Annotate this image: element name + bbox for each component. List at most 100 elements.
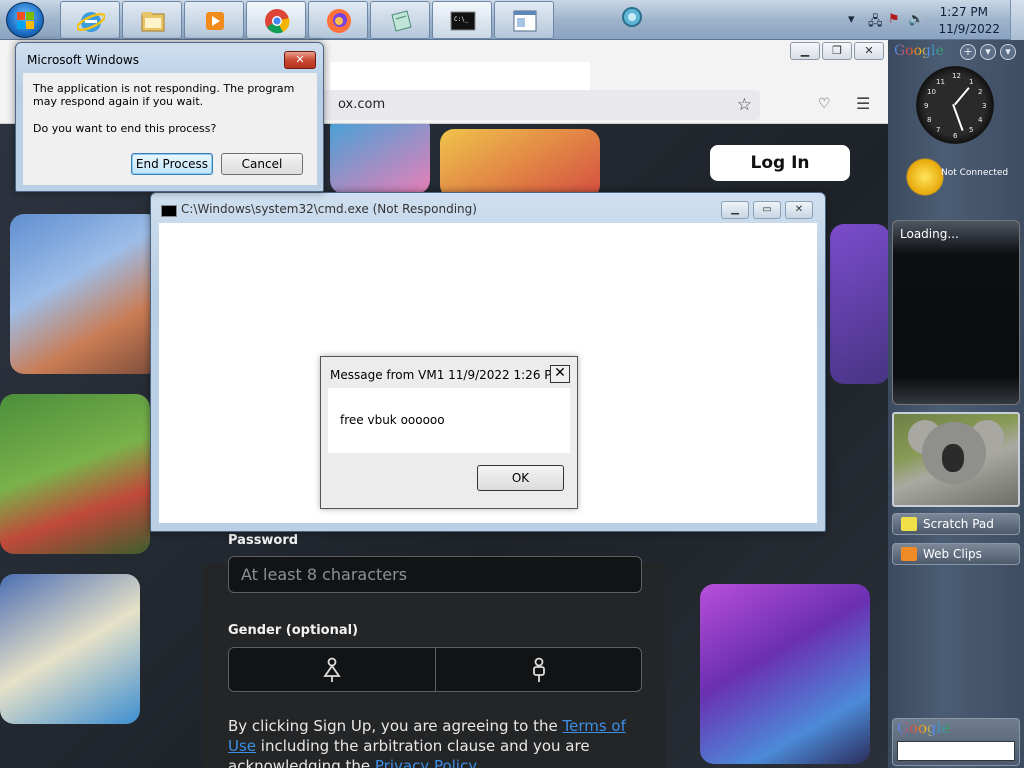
password-label: Password xyxy=(228,533,299,548)
sidebar-options-button[interactable]: ▾ xyxy=(1000,44,1016,60)
game-tile xyxy=(0,394,150,554)
game-tile xyxy=(330,124,430,194)
taskbar-firefox[interactable] xyxy=(308,1,368,39)
end-process-button[interactable]: End Process xyxy=(131,153,213,175)
dialog-title: Microsoft Windows xyxy=(27,53,139,67)
dialog-body: The application is not responding. The p… xyxy=(23,73,317,185)
volume-icon[interactable]: 🔊 xyxy=(908,12,924,27)
google-gadget-sidebar: Google + ▾ ▾ 12 3 69 12 45 78 10 11 Not Co… xyxy=(888,40,1024,768)
menu-icon[interactable]: ☰ xyxy=(856,94,870,113)
game-tile xyxy=(830,224,888,384)
game-tile xyxy=(700,584,870,764)
taskbar: C:\_ ▾ 🖧 ⚑ 🔊 1:27 PM 11/9/2022 xyxy=(0,0,1024,40)
cmd-window-title: C:\Windows\system32\cmd.exe (Not Respond… xyxy=(181,202,477,216)
add-gadget-button[interactable]: + xyxy=(960,44,976,60)
google-search-logo: Google xyxy=(897,719,951,737)
clock-time[interactable]: 1:27 PM xyxy=(940,5,988,19)
rss-icon xyxy=(901,547,917,561)
taskbar-explorer[interactable] xyxy=(122,1,182,39)
minute-hand xyxy=(952,104,964,131)
minimize-button[interactable]: ▁ xyxy=(790,42,820,60)
game-tile xyxy=(440,129,600,199)
taskbar-notepad[interactable] xyxy=(370,1,430,39)
login-button[interactable]: Log In xyxy=(710,145,850,181)
gender-female-button[interactable] xyxy=(229,648,435,691)
scratch-pad-label: Scratch Pad xyxy=(923,517,994,531)
web-clips-label: Web Clips xyxy=(923,547,982,561)
scratch-pad-gadget[interactable]: Scratch Pad xyxy=(892,513,1020,535)
cmd-close-button[interactable]: ✕ xyxy=(785,201,813,219)
google-sidebar-title: Google xyxy=(894,43,944,59)
media-player-icon xyxy=(206,12,224,30)
message-text: free vbuk oooooo xyxy=(340,413,445,427)
close-button[interactable]: ✕ xyxy=(854,42,884,60)
message-box: Message from VM1 11/9/2022 1:26 PM ✕ fre… xyxy=(320,356,578,509)
cmd-icon: C:\_ xyxy=(450,11,476,31)
feed-loading-text: Loading... xyxy=(900,227,959,241)
ok-button[interactable]: OK xyxy=(477,465,564,491)
url-text: ox.com xyxy=(338,97,386,112)
game-tile xyxy=(0,574,140,724)
taskbar-cmd[interactable]: C:\_ xyxy=(432,1,492,39)
show-hidden-icons-icon[interactable]: ▾ xyxy=(848,12,855,27)
gender-selector xyxy=(228,647,642,692)
maximize-button[interactable]: ❐ xyxy=(822,42,852,60)
female-icon xyxy=(323,657,341,682)
internet-explorer-icon xyxy=(77,12,105,32)
browser-tab[interactable] xyxy=(330,62,590,90)
not-responding-dialog: Microsoft Windows ✕ The application is n… xyxy=(15,42,324,192)
google-search-input[interactable] xyxy=(897,741,1015,761)
browser-window-controls: ▁ ❐ ✕ xyxy=(788,42,884,60)
sidebar-menu-button[interactable]: ▾ xyxy=(980,44,996,60)
action-center-icon[interactable]: ⚑ xyxy=(888,12,900,27)
network-icon[interactable]: 🖧 xyxy=(868,12,883,34)
terms-text-part1: By clicking Sign Up, you are agreeing to… xyxy=(228,717,563,735)
cmd-minimize-button[interactable]: ▁ xyxy=(721,201,749,219)
weather-status: Not Connected xyxy=(941,168,1009,178)
gender-label: Gender (optional) xyxy=(228,623,359,638)
taskbar-chrome[interactable] xyxy=(246,1,306,39)
cmd-maximize-button[interactable]: ▭ xyxy=(753,201,781,219)
taskbar-media-player[interactable] xyxy=(184,1,244,39)
google-search-gadget: Google xyxy=(892,718,1020,766)
taskbar-internet-explorer[interactable] xyxy=(60,1,120,39)
terms-text: By clicking Sign Up, you are agreeing to… xyxy=(228,716,628,768)
privacy-policy-link[interactable]: Privacy Policy xyxy=(375,757,477,768)
network-globe-icon[interactable] xyxy=(620,5,644,29)
show-desktop-button[interactable] xyxy=(1010,0,1024,40)
weather-sun-icon xyxy=(906,158,944,196)
password-input[interactable]: At least 8 characters xyxy=(228,556,642,593)
message-box-close-button[interactable]: ✕ xyxy=(550,365,570,383)
google-logo-text: Google xyxy=(894,43,944,59)
window-icon xyxy=(513,10,537,32)
address-bar[interactable]: ox.com ☆ xyxy=(300,90,760,120)
game-tile xyxy=(10,214,160,374)
feed-gadget[interactable]: Loading... xyxy=(892,220,1020,405)
chrome-icon xyxy=(265,9,290,34)
taskbar-window[interactable] xyxy=(494,1,554,39)
hour-hand xyxy=(954,87,970,106)
firefox-icon xyxy=(327,9,351,33)
photo-gadget[interactable] xyxy=(892,412,1020,507)
message-box-body: free vbuk oooooo xyxy=(328,388,570,453)
folder-icon xyxy=(141,12,165,32)
dialog-message: The application is not responding. The p… xyxy=(33,82,295,108)
cancel-button[interactable]: Cancel xyxy=(221,153,303,175)
dialog-question: Do you want to end this process? xyxy=(33,122,217,135)
notepad-icon xyxy=(391,10,412,32)
dialog-close-button[interactable]: ✕ xyxy=(284,51,316,69)
system-tray: ▾ 🖧 ⚑ 🔊 1:27 PM 11/9/2022 xyxy=(834,0,1024,40)
message-box-title: Message from VM1 11/9/2022 1:26 PM xyxy=(330,368,562,382)
pocket-icon[interactable]: ♡ xyxy=(818,96,831,112)
bookmark-star-icon[interactable]: ☆ xyxy=(737,95,752,115)
start-button[interactable] xyxy=(6,2,44,38)
male-icon xyxy=(533,657,545,682)
clock-gadget[interactable]: 12 3 69 12 45 78 10 11 xyxy=(916,66,994,144)
web-clips-gadget[interactable]: Web Clips xyxy=(892,543,1020,565)
clock-date[interactable]: 11/9/2022 xyxy=(938,22,1000,36)
windows-logo-icon xyxy=(17,12,35,30)
svg-text:C:\_: C:\_ xyxy=(454,16,469,23)
note-icon xyxy=(901,517,917,531)
gender-male-button[interactable] xyxy=(436,648,642,691)
cmd-window-icon xyxy=(161,205,177,217)
